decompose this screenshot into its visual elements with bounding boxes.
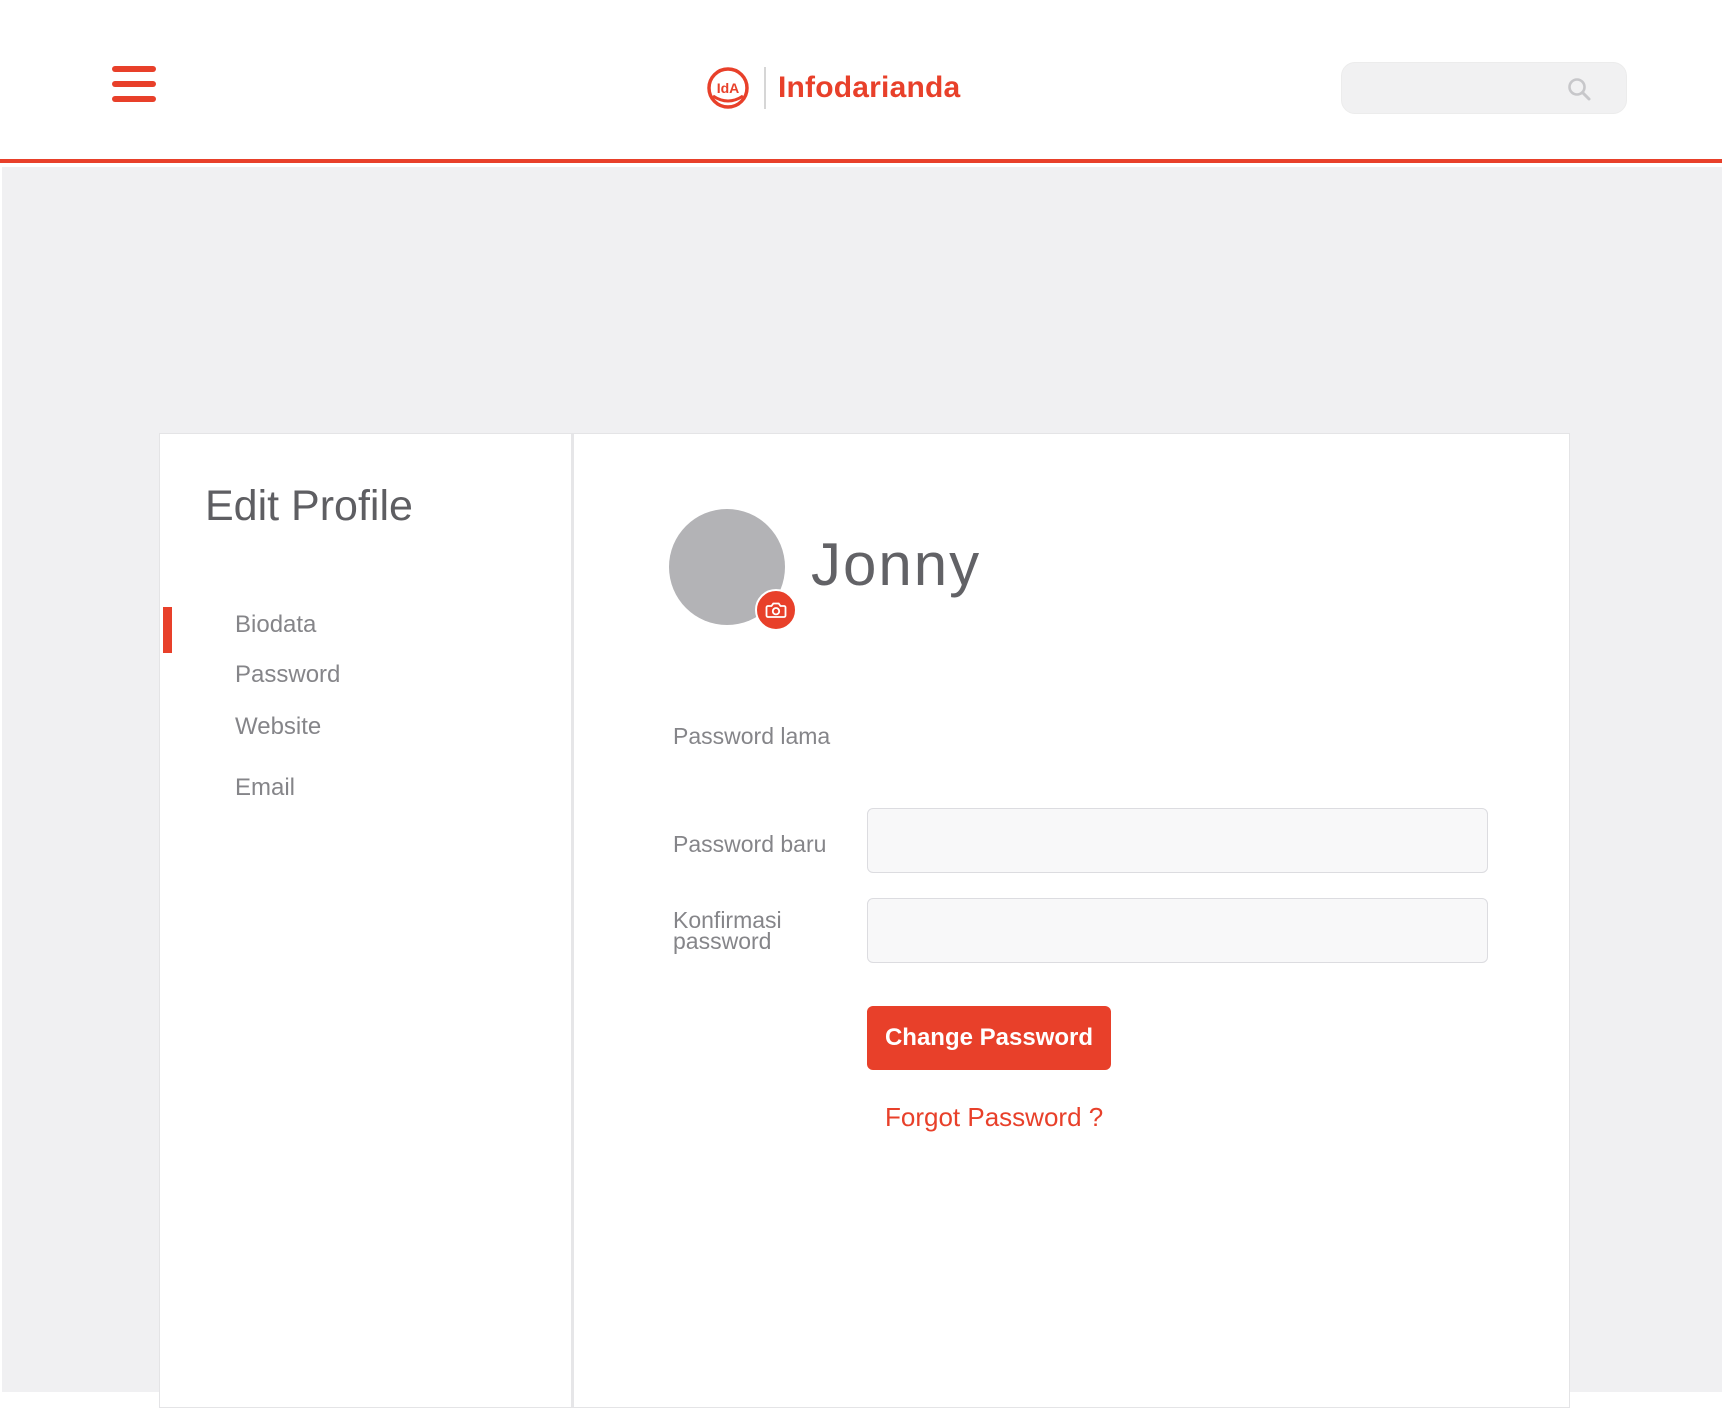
new-password-field[interactable] — [867, 808, 1488, 873]
camera-icon — [765, 602, 787, 618]
logo-divider — [764, 67, 766, 109]
change-password-button[interactable]: Change Password — [867, 1006, 1111, 1070]
edit-profile-card: Edit Profile Biodata Password Website Em… — [159, 433, 1570, 1408]
logo-monogram: IdA — [717, 80, 740, 96]
new-password-label: Password baru — [673, 831, 827, 857]
top-header: IdA Infodarianda — [0, 0, 1722, 163]
page-background: Edit Profile Biodata Password Website Em… — [2, 167, 1722, 1408]
confirm-password-field[interactable] — [867, 898, 1488, 963]
sidebar-item-biodata[interactable]: Biodata — [235, 611, 316, 639]
brand-logo-mark: IdA — [707, 67, 749, 109]
brand-name: Infodarianda — [778, 71, 961, 104]
sidebar: Edit Profile Biodata Password Website Em… — [160, 434, 574, 1407]
user-name: Jonny — [811, 531, 982, 598]
main-panel: Jonny Password lama Password baru Konfir… — [577, 434, 1571, 1407]
confirm-password-label: Konfirmasi password — [673, 909, 782, 954]
change-photo-button[interactable] — [755, 589, 797, 631]
menu-icon[interactable] — [112, 66, 156, 102]
sidebar-item-website[interactable]: Website — [235, 713, 321, 741]
forgot-password-link[interactable]: Forgot Password ? — [885, 1102, 1103, 1133]
sidebar-item-password[interactable]: Password — [235, 661, 340, 689]
search-icon[interactable] — [1566, 76, 1592, 102]
active-indicator — [163, 607, 172, 653]
brand-logo[interactable]: IdA Infodarianda — [706, 66, 960, 110]
confirm-password-label-line2: password — [673, 928, 772, 954]
search-box[interactable] — [1341, 62, 1627, 114]
page-title: Edit Profile — [205, 482, 413, 530]
sidebar-item-email[interactable]: Email — [235, 774, 295, 802]
search-input[interactable] — [1356, 71, 1566, 107]
old-password-label: Password lama — [673, 723, 831, 749]
